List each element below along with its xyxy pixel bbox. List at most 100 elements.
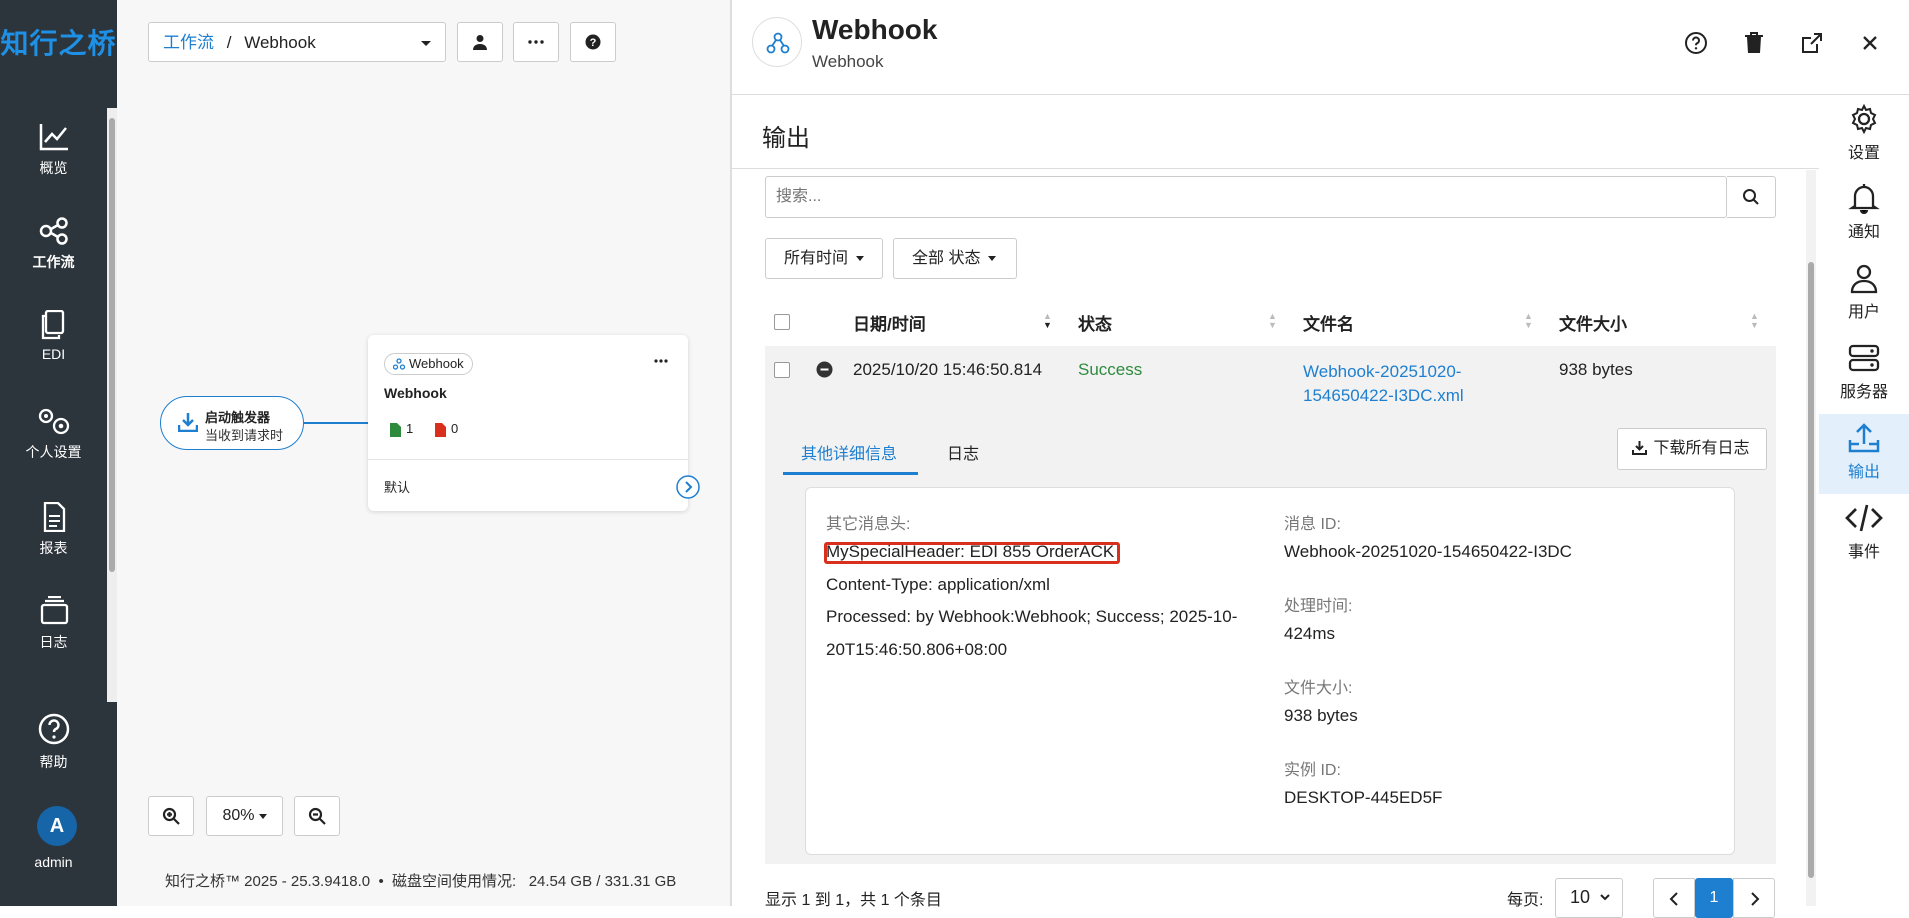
- more-button[interactable]: [513, 22, 559, 62]
- download-icon: [178, 413, 198, 432]
- nav-item-reports[interactable]: 报表: [0, 502, 107, 558]
- search-field[interactable]: [765, 176, 1727, 218]
- status-filter[interactable]: 全部 状态: [893, 238, 1017, 279]
- code-icon: [1845, 504, 1883, 532]
- trash-icon[interactable]: [1741, 30, 1767, 56]
- nav-item-overview[interactable]: 概览: [0, 122, 107, 178]
- caret-down-icon: [988, 256, 997, 262]
- headers-label: 其它消息头:: [826, 516, 911, 533]
- breadcrumb[interactable]: 工作流 / Webhook: [148, 22, 446, 62]
- gears-icon: [38, 408, 69, 435]
- sidebar-item-users[interactable]: 用户: [1819, 262, 1909, 322]
- sort-icon[interactable]: ▲ ▼: [1268, 312, 1277, 330]
- prev-page-button[interactable]: [1653, 878, 1695, 918]
- nav-help[interactable]: 帮助: [0, 712, 107, 772]
- chevron-right-icon: [1751, 892, 1760, 906]
- zoom-in-button[interactable]: [148, 796, 194, 836]
- webhook-node[interactable]: Webhook Webhook 1 0 默认: [368, 335, 700, 511]
- column-header-status[interactable]: 状态: [1078, 310, 1112, 335]
- column-header-filesize[interactable]: 文件大小: [1559, 310, 1627, 335]
- nav-label: 工作流: [32, 254, 75, 270]
- sidebar-item-label: 通知: [1847, 224, 1880, 241]
- search-icon: [1743, 189, 1759, 205]
- node-badge-label: Webhook: [409, 356, 464, 371]
- breadcrumb-root[interactable]: 工作流: [163, 33, 214, 52]
- user-button[interactable]: [457, 22, 503, 62]
- time-filter[interactable]: 所有时间: [765, 238, 883, 279]
- sort-desc-icon[interactable]: ▲ ▼: [1043, 312, 1052, 330]
- header-processed-1: Processed: by Webhook:Webhook; Success; …: [826, 607, 1238, 626]
- breadcrumb-current: Webhook: [244, 33, 316, 52]
- instance-id-label: 实例 ID:: [1284, 762, 1341, 779]
- trigger-node[interactable]: 启动触发器 当收到请求时: [160, 396, 304, 450]
- output-tray-icon: [1848, 423, 1880, 453]
- help-icon[interactable]: [1683, 30, 1709, 56]
- sort-icon[interactable]: ▲ ▼: [1750, 312, 1759, 330]
- sidebar-item-output[interactable]: 输出: [1819, 414, 1909, 494]
- table-summary: 显示 1 到 1，共 1 个条目: [765, 892, 942, 909]
- sort-icon[interactable]: ▲ ▼: [1524, 312, 1533, 330]
- next-page-button[interactable]: [1733, 878, 1775, 918]
- page-1-button[interactable]: 1: [1695, 878, 1733, 918]
- node-title: Webhook: [384, 385, 447, 401]
- nav-item-personal-settings[interactable]: 个人设置: [0, 406, 107, 462]
- sidebar-item-settings[interactable]: 设置: [1819, 103, 1909, 163]
- section-title: 输出: [762, 125, 810, 152]
- user-icon: [1850, 264, 1878, 294]
- node-divider: [368, 459, 688, 460]
- search-input[interactable]: [766, 177, 1666, 217]
- zoom-out-button[interactable]: [294, 796, 340, 836]
- node-badge: Webhook: [384, 353, 473, 375]
- external-link-icon[interactable]: [1799, 30, 1825, 56]
- app-logo[interactable]: 知行之桥: [0, 22, 117, 62]
- help-circle-icon: ?: [585, 34, 601, 50]
- nav-label: 报表: [39, 540, 68, 556]
- app-footer: 知行之桥™ 2025 - 25.3.9418.0 • 磁盘空间使用情况: 24.…: [165, 873, 677, 890]
- row-status: Success: [1078, 360, 1143, 379]
- webhook-icon: [393, 358, 405, 370]
- download-all-logs-button[interactable]: 下载所有日志: [1617, 428, 1767, 470]
- avatar[interactable]: A: [37, 806, 77, 846]
- per-page-select[interactable]: 10: [1555, 878, 1623, 918]
- node-output-label: 默认: [384, 480, 411, 495]
- tab-log[interactable]: 日志: [947, 440, 979, 464]
- panel-scroll-thumb[interactable]: [1808, 262, 1814, 878]
- node-menu-icon[interactable]: [654, 359, 668, 363]
- zoom-level-select[interactable]: 80%: [206, 796, 283, 836]
- help-button[interactable]: ?: [570, 22, 616, 62]
- chart-line-icon: [39, 124, 68, 151]
- bell-icon: [1848, 184, 1880, 214]
- collapse-icon[interactable]: [816, 361, 833, 378]
- nav-item-logs[interactable]: 日志: [0, 596, 107, 652]
- column-header-filename[interactable]: 文件名: [1303, 310, 1354, 335]
- success-count: 1: [406, 421, 414, 436]
- breadcrumb-separator: /: [226, 33, 232, 52]
- processing-time-label: 处理时间:: [1284, 598, 1353, 615]
- sidebar-item-events[interactable]: 事件: [1819, 502, 1909, 562]
- table-row[interactable]: [765, 346, 1776, 418]
- row-filename[interactable]: Webhook-20251020- 154650422-I3DC.xml: [1303, 360, 1464, 408]
- header-processed-2: 20T15:46:50.806+08:00: [826, 640, 1008, 659]
- documents-icon: [41, 310, 64, 340]
- column-header-datetime[interactable]: 日期/时间: [853, 310, 926, 335]
- search-button[interactable]: [1727, 176, 1776, 218]
- error-file-icon: [435, 423, 446, 437]
- nav-item-workflow[interactable]: 工作流: [0, 216, 107, 272]
- tab-other-details[interactable]: 其他详细信息: [801, 440, 897, 464]
- message-id: Webhook-20251020-154650422-I3DC: [1284, 542, 1572, 561]
- row-filesize: 938 bytes: [1559, 360, 1633, 379]
- panel-title: Webhook: [812, 14, 938, 45]
- nav-item-edi[interactable]: EDI: [0, 310, 107, 362]
- sidebar-item-server[interactable]: 服务器: [1819, 342, 1909, 402]
- trigger-title: 启动触发器: [205, 410, 271, 425]
- close-icon[interactable]: [1857, 30, 1883, 56]
- panel-divider[interactable]: [730, 0, 732, 906]
- sidebar-item-notifications[interactable]: 通知: [1819, 182, 1909, 242]
- zoom-level: 80%: [222, 807, 255, 824]
- nav-scroll-thumb[interactable]: [109, 118, 115, 572]
- row-checkbox[interactable]: [774, 362, 790, 378]
- select-all-checkbox[interactable]: [774, 314, 790, 330]
- chevron-right-circle-icon[interactable]: [676, 475, 700, 499]
- sidebar-item-label: 输出: [1847, 464, 1880, 481]
- connector-line: [304, 422, 368, 424]
